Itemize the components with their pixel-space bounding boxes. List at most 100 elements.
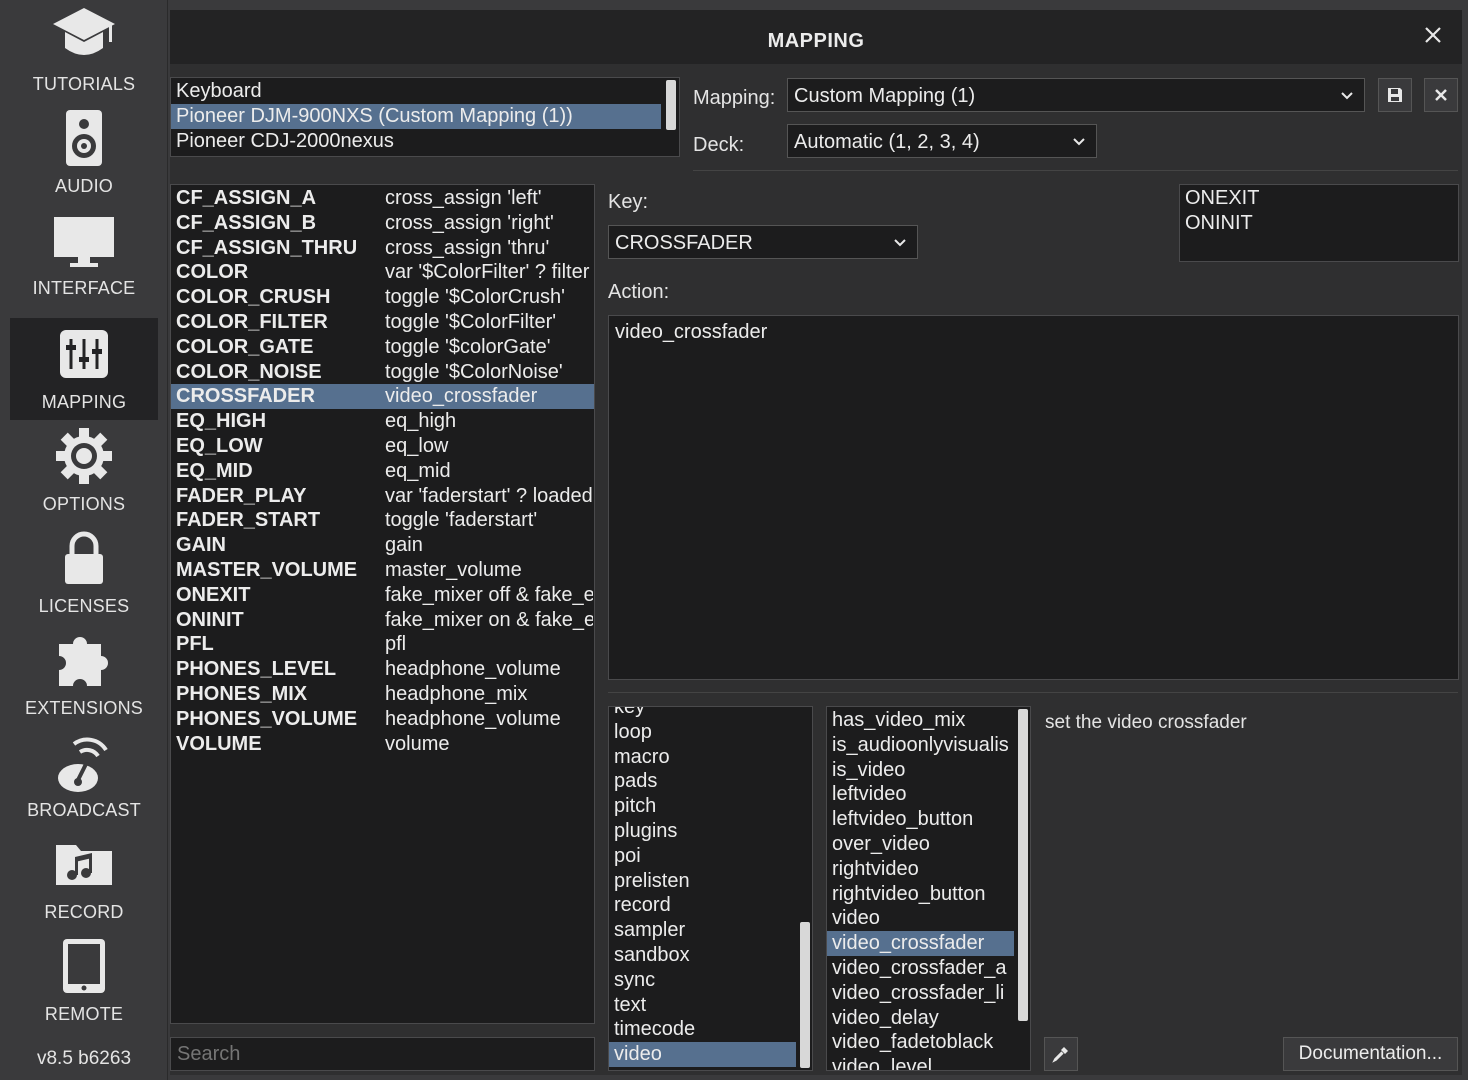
nav-tutorials[interactable]: TUTORIALS [10, 0, 158, 102]
device-list-scrollbar[interactable] [663, 78, 679, 156]
mapping-row[interactable]: FADER_START toggle 'faderstart' [171, 508, 594, 533]
mapping-row[interactable]: PHONES_MIX headphone_mix [171, 682, 594, 707]
key-dropdown[interactable]: CROSSFADER [608, 225, 918, 259]
category-scroll-thumb[interactable] [800, 922, 810, 1068]
verb-item[interactable]: is_video [827, 758, 1014, 783]
extra-key-item[interactable]: ONINIT [1180, 211, 1458, 236]
mapping-row[interactable]: COLOR_NOISE toggle '$ColorNoise' [171, 360, 594, 385]
mapping-row[interactable]: ONEXIT fake_mixer off & fake_e [171, 583, 594, 608]
mapping-row[interactable]: PHONES_LEVEL headphone_volume [171, 657, 594, 682]
verb-item[interactable]: is_audioonlyvisualis [827, 733, 1014, 758]
pick-button[interactable] [1044, 1037, 1078, 1071]
mapping-row[interactable]: COLOR var '$ColorFilter' ? filter [171, 260, 594, 285]
mapping-row[interactable]: PFL pfl [171, 632, 594, 657]
nav-broadcast[interactable]: BROADCAST [10, 726, 158, 828]
key-label: Key: [608, 191, 649, 213]
mapping-row[interactable]: COLOR_FILTER toggle '$ColorFilter' [171, 310, 594, 335]
category-item[interactable]: key [609, 707, 796, 720]
nav-record-label: RECORD [44, 902, 124, 922]
mapping-row[interactable]: EQ_LOW eq_low [171, 434, 594, 459]
mapping-row[interactable]: ONINIT fake_mixer on & fake_e [171, 608, 594, 633]
verb-scroll-thumb[interactable] [1018, 709, 1028, 1021]
category-item[interactable]: sync [609, 968, 796, 993]
mapping-row[interactable]: GAIN gain [171, 533, 594, 558]
verb-item[interactable]: rightvideo [827, 857, 1014, 882]
title-bar: MAPPING [170, 10, 1462, 64]
extra-key-item[interactable]: ONEXIT [1180, 186, 1458, 211]
device-name: Pioneer DJM-900NXS (Custom Mapping (1)) [176, 104, 573, 127]
verb-item[interactable]: video_crossfader_li [827, 981, 1014, 1006]
verb-item[interactable]: leftvideo [827, 782, 1014, 807]
mappings-list: CF_ASSIGN_A cross_assign 'left' CF_ASSIGN_… [170, 184, 595, 1024]
nav-licenses[interactable]: LICENSES [10, 522, 158, 624]
category-scrollbar[interactable] [798, 707, 812, 1070]
category-item[interactable]: pads [609, 769, 796, 794]
mapping-row[interactable]: CROSSFADER video_crossfader [171, 384, 594, 410]
category-item[interactable]: pitch [609, 794, 796, 819]
category-item[interactable]: sampler [609, 918, 796, 943]
category-item[interactable]: record [609, 893, 796, 918]
category-name: text [614, 993, 647, 1016]
save-mapping-button[interactable] [1378, 78, 1412, 112]
nav-extensions[interactable]: EXTENSIONS [10, 624, 158, 726]
deck-dropdown[interactable]: Automatic (1, 2, 3, 4) [787, 124, 1097, 158]
category-item[interactable]: sandbox [609, 943, 796, 968]
nav-record[interactable]: RECORD [10, 828, 158, 930]
category-item[interactable]: macro [609, 745, 796, 770]
mapping-key: CF_ASSIGN_A [176, 187, 317, 209]
verb-item[interactable]: has_video_mix [827, 708, 1014, 733]
verb-item[interactable]: video_crossfader [827, 931, 1014, 956]
mapping-action: var '$ColorFilter' ? filter [385, 261, 590, 284]
action-editor[interactable]: video_crossfader [608, 315, 1459, 680]
mapping-row[interactable]: COLOR_GATE toggle '$colorGate' [171, 335, 594, 360]
verb-item[interactable]: leftvideo_button [827, 807, 1014, 832]
mapping-row[interactable]: COLOR_CRUSH toggle '$ColorCrush' [171, 285, 594, 310]
documentation-button[interactable]: Documentation... [1283, 1037, 1458, 1071]
mapping-row[interactable]: FADER_PLAY var 'faderstart' ? loaded [171, 484, 594, 509]
verb-scrollbar[interactable] [1016, 707, 1030, 1070]
nav-mapping[interactable]: MAPPING [10, 318, 158, 420]
mapping-row[interactable]: VOLUME volume [171, 732, 594, 757]
mapping-key: CF_ASSIGN_B [176, 211, 317, 234]
category-item[interactable]: loop [609, 720, 796, 745]
verb-item[interactable]: over_video [827, 832, 1014, 857]
verb-item[interactable]: video_level [827, 1055, 1014, 1070]
mapping-row[interactable]: CF_ASSIGN_A cross_assign 'left' [171, 186, 594, 211]
mapping-dropdown[interactable]: Custom Mapping (1) [787, 78, 1365, 112]
mapping-row[interactable]: PHONES_VOLUME headphone_volume [171, 707, 594, 732]
category-item[interactable]: text [609, 993, 796, 1018]
nav-audio[interactable]: AUDIO [10, 102, 158, 204]
mapping-action: master_volume [385, 558, 522, 581]
device-list: Keyboard Pioneer DJM-900NXS (Custom Mappi… [170, 77, 680, 157]
mapping-row[interactable]: EQ_HIGH eq_high [171, 409, 594, 434]
mapping-key: CF_ASSIGN_THRU [176, 236, 358, 259]
category-item[interactable]: timecode [609, 1017, 796, 1042]
delete-mapping-button[interactable] [1424, 78, 1458, 112]
nav-options[interactable]: OPTIONS [10, 420, 158, 522]
chevron-down-icon [894, 239, 906, 247]
verb-item[interactable]: video_fadetoblack [827, 1030, 1014, 1055]
device-item[interactable]: Keyboard [171, 79, 661, 104]
search-input[interactable] [171, 1038, 594, 1070]
close-icon[interactable] [1422, 24, 1444, 46]
category-item[interactable]: prelisten [609, 869, 796, 894]
mapping-row[interactable]: CF_ASSIGN_B cross_assign 'right' [171, 211, 594, 236]
device-item[interactable]: Pioneer CDJ-2000nexus [171, 129, 661, 154]
verb-item[interactable]: video_delay [827, 1006, 1014, 1031]
mapping-action: fake_mixer on & fake_e [385, 608, 593, 631]
nav-interface[interactable]: INTERFACE [10, 204, 158, 306]
nav-extensions-label: EXTENSIONS [24, 698, 144, 718]
verb-item[interactable]: video_crossfader_a [827, 956, 1014, 981]
device-item[interactable]: Pioneer DJM-900NXS (Custom Mapping (1)) [171, 103, 661, 129]
mapping-row[interactable]: CF_ASSIGN_THRU cross_assign 'thru' [171, 236, 594, 261]
category-item[interactable]: plugins [609, 819, 796, 844]
mapping-row[interactable]: MASTER_VOLUME master_volume [171, 558, 594, 583]
verb-item[interactable]: rightvideo_button [827, 882, 1014, 907]
device-list-scroll-thumb[interactable] [666, 80, 676, 130]
category-item[interactable]: video [609, 1042, 796, 1067]
verb-item[interactable]: video [827, 906, 1014, 931]
mapping-row[interactable]: EQ_MID eq_mid [171, 459, 594, 484]
category-item[interactable]: poi [609, 844, 796, 869]
nav-audio-label: AUDIO [54, 176, 113, 196]
nav-remote[interactable]: REMOTE [10, 930, 158, 1032]
